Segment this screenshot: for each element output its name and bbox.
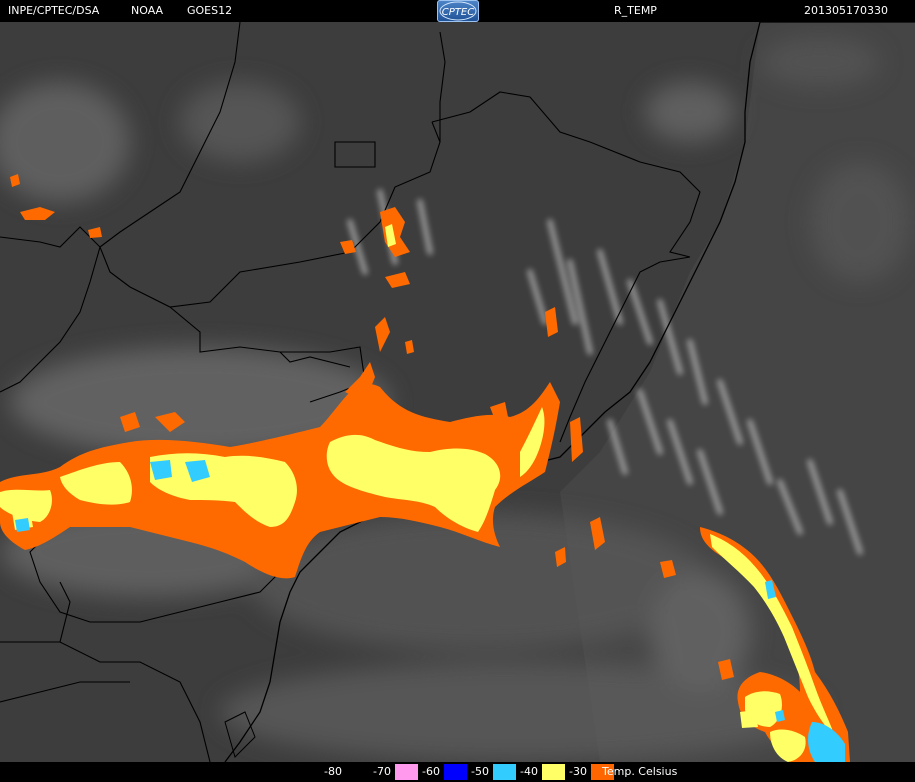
legend-swatch — [542, 764, 565, 780]
legend-label: -30 — [565, 764, 591, 780]
legend-item: -70 — [369, 764, 418, 780]
legend-label: -50 — [467, 764, 493, 780]
legend-item: -50 — [467, 764, 516, 780]
institution-label: INPE/CPTEC/DSA — [8, 4, 100, 17]
legend-unit-label: Temp. Celsius — [602, 765, 678, 778]
legend-label: -70 — [369, 764, 395, 780]
cptec-logo: CPTEC — [437, 0, 479, 22]
legend-swatch — [444, 764, 467, 780]
legend-swatch — [493, 764, 516, 780]
legend-item: -40 — [516, 764, 565, 780]
legend-swatch — [346, 764, 369, 780]
legend-swatch — [395, 764, 418, 780]
cptec-logo-text: CPTEC — [442, 7, 474, 18]
legend-label: -40 — [516, 764, 542, 780]
satellite-image-frame: INPE/CPTEC/DSA NOAA GOES12 CPTEC R_TEMP … — [0, 0, 915, 782]
legend-item: -60 — [418, 764, 467, 780]
temperature-legend: -80 -70 -60 -50 -40 -30 Temp. Celsius — [0, 762, 915, 782]
legend-label: -80 — [320, 764, 346, 780]
legend-item: -80 — [320, 764, 369, 780]
legend-label: -60 — [418, 764, 444, 780]
timestamp-label: 201305170330 — [804, 4, 888, 17]
satellite-map — [0, 22, 915, 762]
image-header: INPE/CPTEC/DSA NOAA GOES12 CPTEC R_TEMP … — [0, 0, 915, 22]
product-label: R_TEMP — [614, 4, 657, 17]
satellite-label: GOES12 — [187, 4, 233, 17]
map-canvas — [0, 22, 915, 762]
agency-label: NOAA — [131, 4, 164, 17]
